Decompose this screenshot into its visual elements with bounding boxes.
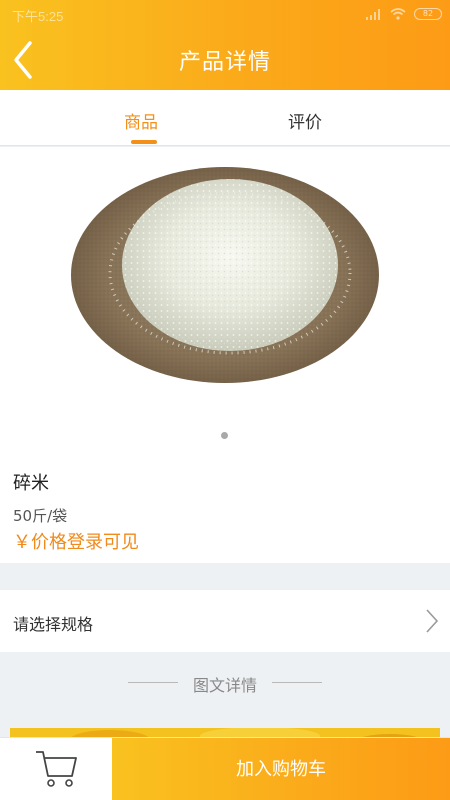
detail-section-label: 图文详情 bbox=[192, 676, 257, 695]
tab-reviews[interactable]: 评价 bbox=[288, 108, 322, 133]
select-spec-label: 请选择规格 bbox=[13, 615, 94, 634]
cart-icon bbox=[36, 751, 77, 787]
signal-icon bbox=[366, 8, 380, 20]
active-tab-indicator bbox=[131, 140, 157, 144]
product-image bbox=[71, 167, 379, 383]
product-price: ￥价格登录可见 bbox=[13, 532, 139, 553]
product-name: 碎米 bbox=[13, 473, 49, 494]
tab-goods[interactable]: 商品 bbox=[124, 108, 158, 133]
chevron-left-icon bbox=[14, 41, 32, 79]
status-bar: 下午5:25 82 bbox=[0, 0, 450, 30]
app-header: 下午5:25 82 产品详情 bbox=[0, 0, 450, 90]
status-icons: 82 bbox=[366, 8, 442, 20]
tab-bar: 商品 评价 bbox=[0, 90, 450, 146]
gallery-page-indicator bbox=[221, 432, 228, 439]
back-button[interactable] bbox=[10, 40, 46, 80]
chevron-right-icon bbox=[426, 609, 439, 633]
bottom-action-bar: 加入购物车 bbox=[0, 737, 450, 800]
add-to-cart-button[interactable]: 加入购物车 bbox=[112, 738, 450, 800]
select-spec-row[interactable]: 请选择规格 bbox=[0, 590, 450, 652]
product-gallery[interactable] bbox=[0, 147, 450, 447]
divider-line bbox=[272, 682, 322, 683]
page-title: 产品详情 bbox=[178, 50, 271, 75]
product-info: 碎米 50斤/袋 ￥价格登录可见 bbox=[0, 447, 450, 563]
detail-section-header: 图文详情 bbox=[0, 652, 450, 714]
product-spec: 50斤/袋 bbox=[13, 507, 68, 525]
wifi-icon bbox=[390, 8, 406, 20]
battery-icon: 82 bbox=[414, 8, 442, 20]
cart-button[interactable] bbox=[0, 738, 112, 800]
status-time: 下午5:25 bbox=[12, 9, 64, 24]
